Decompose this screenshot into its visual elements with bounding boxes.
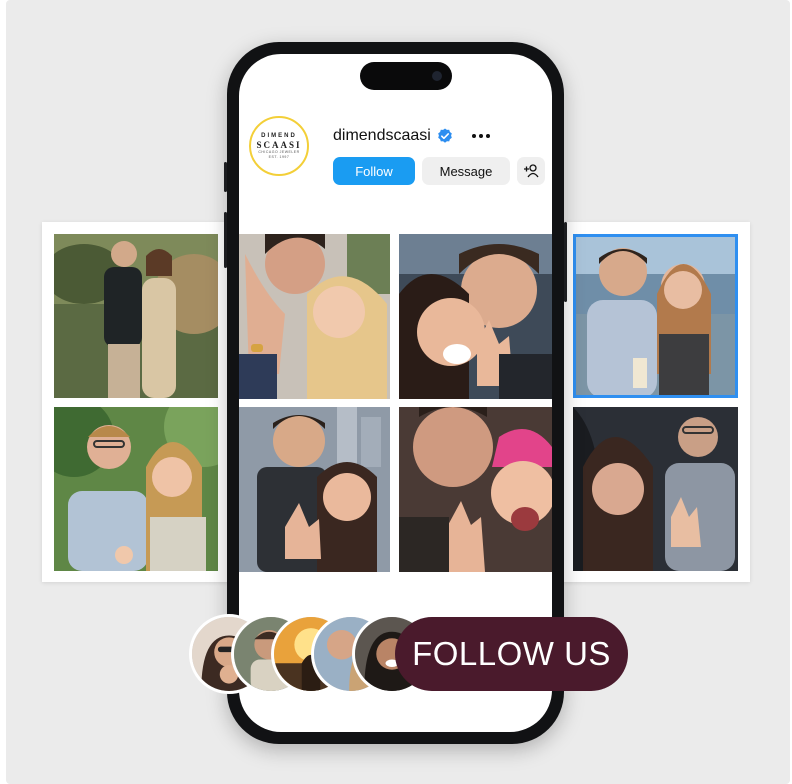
dynamic-island	[360, 62, 452, 90]
phone-button	[224, 212, 227, 268]
logo-text-main: SCAASI	[256, 139, 302, 150]
photo-couple-car-selfie[interactable]	[573, 407, 738, 571]
photo-couple-selfie-ring[interactable]	[399, 234, 552, 399]
more-options-icon[interactable]	[471, 133, 491, 139]
logo-text-est: EST. 1997	[268, 154, 290, 159]
profile-username[interactable]: dimendscaasi	[333, 127, 431, 145]
profile-header: dimendscaasi	[333, 124, 491, 148]
add-user-button[interactable]	[517, 157, 545, 185]
photo-couple-lake-view[interactable]	[573, 234, 738, 398]
follow-us-button[interactable]: FOLLOW US	[395, 617, 628, 691]
message-button[interactable]: Message	[422, 157, 510, 185]
add-user-icon	[524, 164, 539, 178]
camera-icon	[432, 71, 442, 81]
verified-badge-icon	[438, 128, 452, 143]
photo-couple-city-ring[interactable]	[239, 407, 390, 572]
phone-button	[564, 222, 567, 302]
profile-avatar[interactable]: DIMEND SCAASI CHICAGO JEWELER EST. 1997	[249, 116, 309, 176]
follow-button[interactable]: Follow	[333, 157, 415, 185]
photo-couple-pink-cap[interactable]	[399, 407, 552, 572]
photo-couple-outdoor-garden[interactable]	[54, 234, 218, 398]
logo-text-top: DIMEND	[261, 132, 297, 139]
photo-couple-kiss-ring[interactable]	[239, 234, 390, 399]
photo-couple-trees-ring[interactable]	[54, 407, 218, 571]
phone-button	[224, 162, 227, 192]
